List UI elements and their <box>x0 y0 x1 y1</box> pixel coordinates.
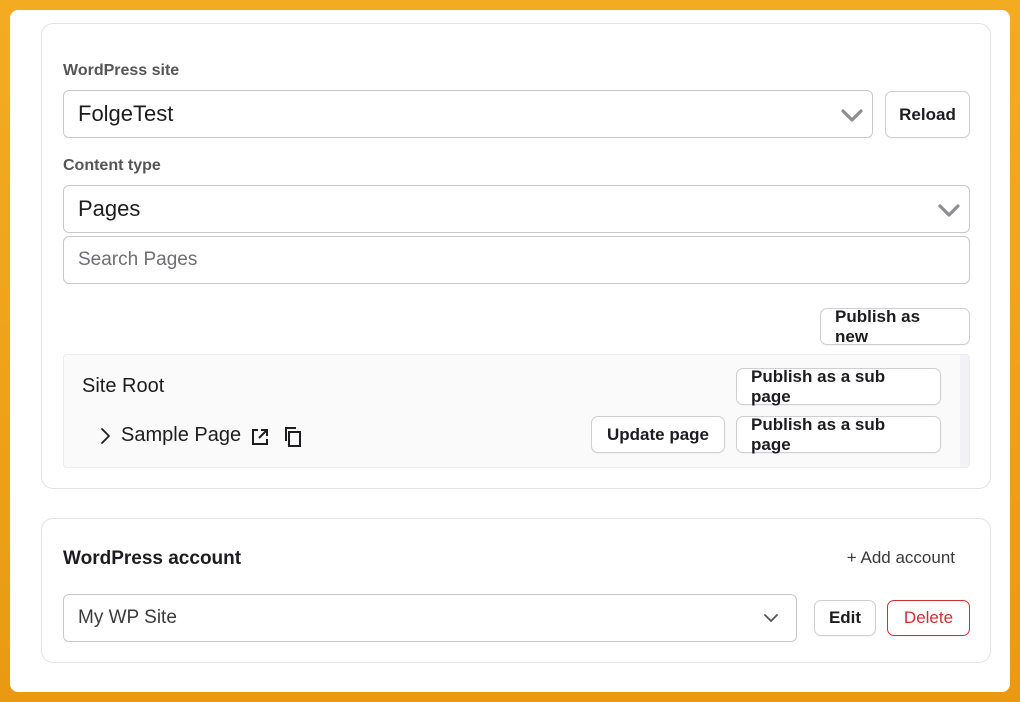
page-tree: Site Root Publish as a sub page Sample P… <box>63 354 970 468</box>
chevron-down-icon <box>938 204 960 217</box>
delete-account-button[interactable]: Delete <box>887 600 970 636</box>
root-publish-sub-page-button[interactable]: Publish as a sub page <box>736 367 941 406</box>
wordpress-site-select[interactable]: FolgeTest <box>63 90 873 138</box>
account-value: My WP Site <box>78 607 177 628</box>
edit-account-button[interactable]: Edit <box>814 600 876 636</box>
search-placeholder: Search Pages <box>78 249 198 270</box>
chevron-down-icon <box>841 109 863 122</box>
content-type-select[interactable]: Pages <box>63 185 970 233</box>
publish-as-new-button[interactable]: Publish as new <box>820 307 970 346</box>
account-section-title: WordPress account <box>63 548 242 569</box>
reload-button[interactable]: Reload <box>885 91 970 138</box>
tree-scrollbar[interactable] <box>960 355 969 467</box>
external-link-icon[interactable] <box>250 427 270 447</box>
copy-icon[interactable] <box>283 426 303 448</box>
publish-sub-page-button[interactable]: Publish as a sub page <box>736 415 941 454</box>
add-account-button[interactable]: + Add account <box>847 548 955 568</box>
content-type-value: Pages <box>78 196 141 221</box>
content-type-label: Content type <box>63 157 161 174</box>
update-page-button[interactable]: Update page <box>591 416 725 453</box>
site-settings-card: WordPress site FolgeTest Reload Content … <box>41 23 991 489</box>
account-card: WordPress account + Add account My WP Si… <box>41 518 991 663</box>
wordpress-site-label: WordPress site <box>63 62 180 79</box>
search-pages-input[interactable]: Search Pages <box>63 236 970 284</box>
wordpress-site-value: FolgeTest <box>78 101 174 126</box>
tree-root-label: Site Root <box>82 375 165 397</box>
chevron-down-icon <box>764 614 778 622</box>
account-select[interactable]: My WP Site <box>63 594 797 642</box>
app-window: WordPress site FolgeTest Reload Content … <box>10 10 1010 692</box>
page-title: Sample Page <box>121 424 242 446</box>
chevron-right-icon[interactable] <box>100 427 112 445</box>
